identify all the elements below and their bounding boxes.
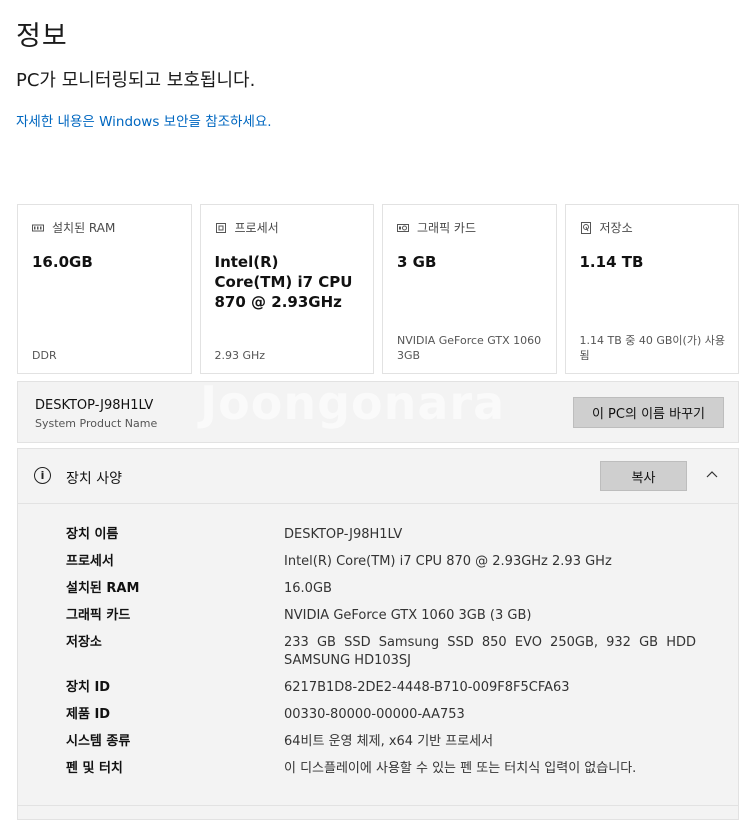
spec-value: 64비트 운영 체제, x64 기반 프로세서 [284,734,494,749]
windows-security-link[interactable]: 자세한 내용은 Windows 보안을 참조하세요. [16,110,272,130]
spec-value: Intel(R) Core(TM) i7 CPU 870 @ 2.93GHz 2… [284,554,612,569]
graphics-card-icon [397,223,409,232]
spec-key: 설치된 RAM [66,581,140,596]
device-name: DESKTOP-J98H1LV [35,398,154,413]
processor-card: 프로세서 Intel(R) Core(TM) i7 CPU 870 @ 2.93… [199,204,374,374]
storage-card-label: 저장소 [599,221,633,235]
spec-key: 프로세서 [66,554,114,569]
ram-card-label: 설치된 RAM [52,221,116,235]
spec-value: 233 GB SSD Samsung SSD 850 EVO 250GB, 93… [284,635,696,668]
spec-key: 장치 ID [66,680,111,695]
processor-card-label: 프로세서 [234,221,279,235]
graphics-card-label: 그래픽 카드 [417,221,477,235]
protection-status: PC가 모니터링되고 보호됩니다. [16,70,256,91]
processor-icon [215,222,226,233]
processor-card-sub: 2.93 GHz [214,349,266,362]
spec-value: DESKTOP-J98H1LV [284,527,403,542]
info-icon: i [34,467,51,484]
ram-card: 설치된 RAM 16.0GB DDR [17,204,192,374]
storage-card-value: 1.14 TB [579,253,644,271]
ram-icon [32,224,44,231]
spec-key: 시스템 종류 [66,734,131,749]
spec-row-storage: 저장소 233 GB SSD Samsung SSD 850 EVO 250GB… [66,634,696,670]
processor-card-value: Intel(R) Core(TM) i7 CPU 870 @ 2.93GHz [214,253,353,311]
storage-card: 저장소 1.14 TB 1.14 TB 중 40 GB이(가) 사용됨 [564,204,739,374]
device-name-bar: DESKTOP-J98H1LV System Product Name 이 PC… [17,381,739,443]
spec-key: 그래픽 카드 [66,608,131,623]
page-title: 정보 [16,21,68,52]
spec-value: NVIDIA GeForce GTX 1060 3GB (3 GB) [284,608,532,623]
copy-button[interactable]: 복사 [600,461,687,491]
spec-key: 저장소 [66,635,102,650]
device-specs-header[interactable]: i 장치 사양 복사 [18,449,738,504]
ram-card-sub: DDR [32,349,57,362]
graphics-card-value: 3 GB [397,253,437,271]
chevron-up-icon[interactable] [706,469,718,481]
graphics-card: 그래픽 카드 3 GB NVIDIA GeForce GTX 1060 3GB [382,204,557,374]
ram-card-value: 16.0GB [32,253,93,271]
spec-row-product-id: 제품 ID 00330-80000-00000-AA753 [66,706,696,724]
rename-pc-button[interactable]: 이 PC의 이름 바꾸기 [573,397,724,428]
storage-card-sub: 1.14 TB 중 40 GB이(가) 사용됨 [579,334,726,362]
storage-icon [580,221,591,234]
spec-value: 6217B1D8-2DE2-4448-B710-009F8F5CFA63 [284,680,570,695]
spec-row-device-name: 장치 이름 DESKTOP-J98H1LV [66,526,696,544]
device-specs-panel: i 장치 사양 복사 장치 이름 DESKTOP-J98H1LV 프로세서 In… [17,448,739,820]
device-caption: System Product Name [35,417,158,430]
spec-cards: 설치된 RAM 16.0GB DDR 프로세서 Intel(R) Core(TM… [17,204,739,374]
spec-key: 펜 및 터치 [66,761,123,776]
spec-row-ram: 설치된 RAM 16.0GB [66,580,696,598]
spec-key: 장치 이름 [66,527,119,542]
graphics-card-sub: NVIDIA GeForce GTX 1060 3GB [397,334,542,362]
spec-value: 이 디스플레이에 사용할 수 있는 펜 또는 터치식 입력이 없습니다. [284,761,637,776]
spec-row-processor: 프로세서 Intel(R) Core(TM) i7 CPU 870 @ 2.93… [66,553,696,571]
device-specs-title: 장치 사양 [66,471,122,487]
spec-row-graphics: 그래픽 카드 NVIDIA GeForce GTX 1060 3GB (3 GB… [66,607,696,625]
divider [18,805,738,806]
spec-key: 제품 ID [66,707,111,722]
spec-row-device-id: 장치 ID 6217B1D8-2DE2-4448-B710-009F8F5CFA… [66,679,696,697]
spec-row-system-type: 시스템 종류 64비트 운영 체제, x64 기반 프로세서 [66,733,696,751]
device-specs-list: 장치 이름 DESKTOP-J98H1LV 프로세서 Intel(R) Core… [66,526,696,787]
spec-value: 16.0GB [284,581,332,596]
spec-row-pen-touch: 펜 및 터치 이 디스플레이에 사용할 수 있는 펜 또는 터치식 입력이 없습… [66,760,696,778]
spec-value: 00330-80000-00000-AA753 [284,707,465,722]
